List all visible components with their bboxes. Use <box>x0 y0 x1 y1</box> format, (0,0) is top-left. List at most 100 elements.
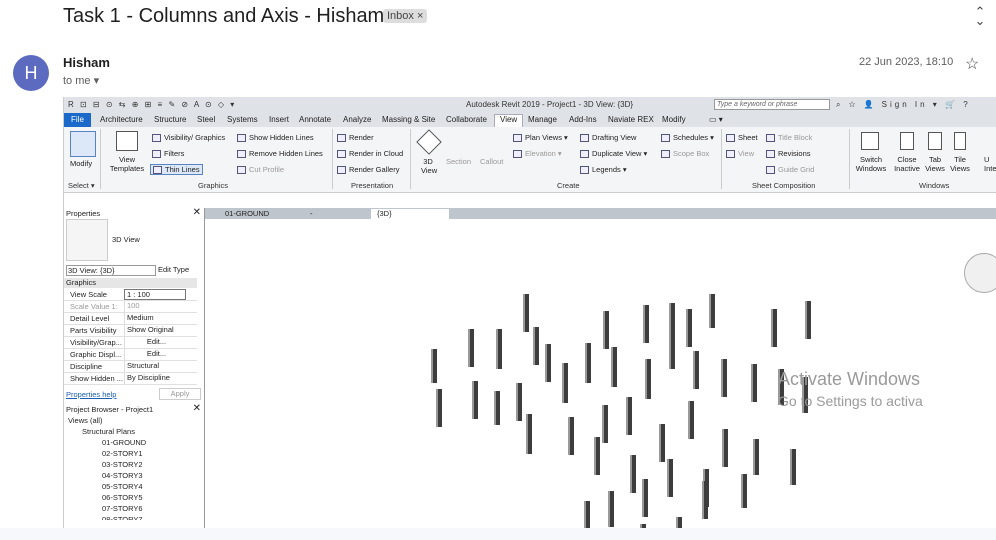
render-icon <box>337 134 346 143</box>
revisions-button: Revisions <box>766 149 811 159</box>
filters-icon <box>152 150 161 159</box>
switch-windows-icon <box>861 132 879 150</box>
scope-box-label: Scope Box <box>673 149 710 158</box>
tab-systems: Systems <box>227 115 258 124</box>
create-panel-label: Create <box>557 181 580 190</box>
tab-view: View <box>494 114 524 127</box>
close-inactive-icon <box>900 132 914 150</box>
filters-label: Filters <box>164 149 185 158</box>
3d-view-label: 3D View <box>421 157 438 175</box>
schedules-icon <box>661 134 670 143</box>
tree-structural-plans: Structural Plans <box>82 427 135 436</box>
tab-modify: Modify <box>662 115 686 124</box>
prop-key: Detail Level <box>70 314 110 323</box>
structural-column <box>771 309 777 347</box>
legends-icon <box>580 166 589 175</box>
tile-views-label: Tile Views <box>950 155 970 173</box>
tree-item: 08-STORY7 <box>102 515 143 520</box>
prop-value: 1 : 100 <box>124 289 186 300</box>
properties-help-link: Properties help <box>66 390 117 399</box>
project-browser-title: Project Browser - Project1 <box>66 405 154 414</box>
structural-column <box>669 331 675 369</box>
structural-column <box>562 363 568 403</box>
sender-name: Hisham <box>63 55 110 70</box>
sheet-view-icon <box>726 150 735 159</box>
prop-key: Discipline <box>70 362 103 371</box>
revit-workarea: Properties ✕ 3D View 3D View: {3D} Edit … <box>64 193 996 528</box>
structural-column <box>688 401 694 439</box>
apply-button: Apply <box>159 388 201 400</box>
view-templates-label: View Templates <box>109 155 145 173</box>
view-tabs: 01-GROUND - {3D} <box>205 208 996 219</box>
prop-key: Visibility/Grap... <box>70 338 122 347</box>
scope-box-icon <box>661 150 670 159</box>
tree-views-all: Views (all) <box>68 416 103 425</box>
prop-row: Discipline Structural <box>64 361 197 373</box>
duplicate-view-button: Duplicate View ▾ <box>580 149 648 159</box>
revisions-icon <box>766 150 775 159</box>
search-input: Type a keyword or phrase <box>714 99 830 110</box>
prop-row: Scale Value 1: 100 <box>64 301 197 313</box>
remove-hidden-label: Remove Hidden Lines <box>249 149 323 158</box>
tab-structure: Structure <box>154 115 187 124</box>
structural-column <box>709 294 715 328</box>
render-cloud-icon <box>337 150 346 159</box>
tree-item: 03-STORY2 <box>102 460 143 469</box>
windows-panel-label: Windows <box>919 181 950 190</box>
prop-row: Detail Level Medium <box>64 313 197 325</box>
remove-hidden-lines-button: Remove Hidden Lines <box>237 149 323 159</box>
star-icon[interactable]: ☆ <box>965 54 979 74</box>
schedules-label: Schedules ▾ <box>673 133 714 142</box>
revit-titlebar: R ⊡ ⊟ ⊙ ⇆ ⊕ ⊞ ≡ ✎ ⊘ A ⊙ ◇ ▾ Autodesk Rev… <box>64 97 996 113</box>
view-templates-icon <box>116 131 138 151</box>
separator <box>100 129 101 189</box>
structural-column <box>545 344 551 382</box>
3d-view-icon <box>416 129 442 155</box>
structural-column <box>645 359 651 399</box>
thin-lines-label: Thin Lines <box>165 165 200 174</box>
inbox-label-badge[interactable]: Inbox × <box>383 9 428 23</box>
duplicate-view-label: Duplicate View ▾ <box>592 149 648 158</box>
tree-item: 04-STORY3 <box>102 471 143 480</box>
prop-value: Edit... <box>124 337 186 348</box>
tab-manage: Manage <box>528 115 557 124</box>
tab-collaborate: Collaborate <box>446 115 487 124</box>
email-date: 22 Jun 2023, 18:10 <box>859 56 954 68</box>
view-tab-3d: {3D} <box>371 209 449 219</box>
show-hidden-label: Show Hidden Lines <box>249 133 314 142</box>
structural-column <box>643 305 649 343</box>
structural-column <box>630 455 636 493</box>
title-block-label: Title Block <box>778 133 813 142</box>
structural-column <box>693 351 699 389</box>
activation-watermark: Activate Windows <box>778 369 921 389</box>
sheet-composition-panel-label: Sheet Composition <box>752 181 816 190</box>
ribbon-panel: Modify Select ▾ View Templates Visibilit… <box>64 127 996 193</box>
filters-button: Filters <box>152 149 185 159</box>
callout-label: Callout <box>480 157 504 166</box>
schedules-button: Schedules ▾ <box>661 133 714 143</box>
user-interface-label: U Inte <box>984 155 996 173</box>
guide-grid-button: Guide Grid <box>766 165 814 175</box>
prop-value: Show Original <box>124 325 186 336</box>
recipient-details-toggle[interactable]: to me ▾ <box>63 74 99 87</box>
expand-collapse-icon[interactable]: ⌃ ⌄ <box>972 5 988 27</box>
edit-type-button: Edit Type <box>158 265 190 274</box>
prop-row: Graphic Displ... Edit... <box>64 349 197 361</box>
properties-title: Properties <box>66 209 101 218</box>
structural-column <box>533 327 539 365</box>
close-inactive-label: Close Inactive <box>894 155 920 173</box>
prop-value: Edit... <box>124 349 186 360</box>
plan-views-button: Plan Views ▾ <box>513 133 568 143</box>
structural-column <box>468 329 474 367</box>
view-tab-blank: - <box>310 209 313 218</box>
prop-value: By Discipline <box>124 373 186 384</box>
tab-analyze: Analyze <box>343 115 372 124</box>
render-gallery-label: Render Gallery <box>349 165 400 174</box>
activation-watermark-sub: Go to Settings to activa <box>778 393 923 409</box>
structural-column <box>741 474 747 508</box>
structural-column <box>721 359 727 397</box>
drafting-view-icon <box>580 134 589 143</box>
title-right-controls: ⌕ ☆ 👤 Sign In ▾ 🛒 ? <box>836 100 971 109</box>
tab-views-icon <box>928 132 942 150</box>
structural-column <box>494 391 500 425</box>
